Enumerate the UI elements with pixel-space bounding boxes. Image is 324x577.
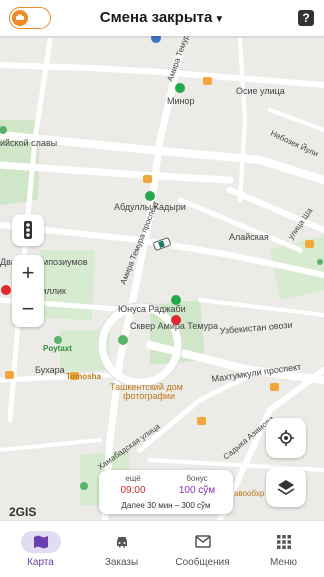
label-avaoxr: авообхр xyxy=(234,489,265,498)
layers-icon xyxy=(277,480,295,495)
nav-item-orders[interactable]: Заказы xyxy=(81,521,162,577)
nav-label-orders: Заказы xyxy=(104,556,139,568)
time-left-value: 09:00 xyxy=(120,485,146,496)
envelope-icon xyxy=(194,535,211,548)
grid-menu-icon xyxy=(276,534,291,549)
minus-icon: − xyxy=(21,296,35,321)
time-left-label: ещё xyxy=(125,474,141,483)
my-location-button[interactable] xyxy=(266,418,306,458)
label-skver: Сквер Амира Темура xyxy=(130,321,218,331)
zoom-controls: + − xyxy=(12,255,44,327)
label-poytaxt: Poytaxt xyxy=(43,344,72,353)
label-bukhara: Бухара xyxy=(35,365,65,375)
caret-down-icon: ▼ xyxy=(214,14,225,25)
zoom-in-button[interactable]: + xyxy=(12,255,44,291)
traffic-light-icon xyxy=(24,221,32,239)
traffic-button[interactable] xyxy=(12,214,44,246)
label-yunus: Юнуса Раджаби xyxy=(118,304,186,314)
label-fotografii: фотографии xyxy=(123,391,175,401)
next-bonus-text: Далее 30 мин – 300 сўм xyxy=(121,501,211,510)
label-tomosha: Tomosha xyxy=(66,372,102,381)
nav-label-menu: Меню xyxy=(269,556,298,568)
top-bar: Смена закрыта ▼ ? xyxy=(0,0,324,36)
locate-icon xyxy=(278,430,294,446)
plus-icon: + xyxy=(21,260,35,285)
map-icon xyxy=(33,535,48,548)
label-pozumov: мпозиумов xyxy=(42,257,88,267)
bonus-value: 100 сўм xyxy=(178,485,216,496)
shift-info-card[interactable]: ещё 09:00 бонус 100 сўм Далее 30 мин – 3… xyxy=(99,470,233,514)
help-icon[interactable]: ? xyxy=(298,10,314,26)
layers-button[interactable] xyxy=(266,467,306,507)
bottom-navigation: Карта Заказы Сообщения Меню xyxy=(0,520,324,577)
nav-label-map: Карта xyxy=(27,556,54,568)
label-slavy: ийской славы xyxy=(0,138,57,148)
car-icon xyxy=(116,536,127,547)
nav-item-messages[interactable]: Сообщения xyxy=(162,521,243,577)
shift-status-label: Смена закрыта xyxy=(99,9,213,26)
nav-item-map[interactable]: Карта xyxy=(0,521,81,577)
label-minor: Минор xyxy=(167,96,195,106)
nav-label-messages: Сообщения xyxy=(175,556,230,568)
nav-item-menu[interactable]: Меню xyxy=(243,521,324,577)
bonus-label: бонус xyxy=(186,474,208,483)
2gis-logo: 2GIS xyxy=(9,505,37,519)
label-alaiskaya: Алайская xyxy=(229,232,269,242)
zoom-out-button[interactable]: − xyxy=(12,291,44,327)
shift-status-title[interactable]: Смена закрыта ▼ xyxy=(0,9,324,26)
label-osie: Осие улица xyxy=(236,86,285,96)
